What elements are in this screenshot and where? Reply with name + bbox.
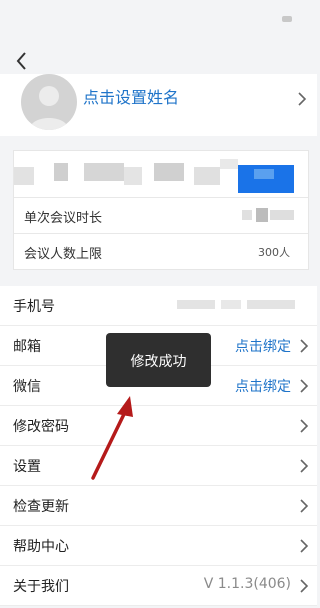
participant-limit-label: 会议人数上限 <box>24 247 103 262</box>
participant-limit-row: 会议人数上限 300人 <box>14 233 308 270</box>
set-name-link[interactable]: 点击设置姓名 <box>83 84 179 108</box>
redacted-account-info <box>14 157 296 193</box>
app-version: V 1.1.3(406) <box>203 576 291 592</box>
help-center-label: 帮助中心 <box>13 539 69 555</box>
success-toast: 修改成功 <box>106 333 211 387</box>
phone-label: 手机号 <box>13 299 55 315</box>
status-indicator-icon <box>282 16 292 22</box>
chevron-right-icon <box>300 379 309 393</box>
meeting-duration-label: 单次会议时长 <box>24 211 103 226</box>
email-bind-link[interactable]: 点击绑定 <box>235 336 291 356</box>
meeting-duration-row: 单次会议时长 <box>14 197 308 234</box>
chevron-right-icon <box>298 92 307 106</box>
wechat-bind-link[interactable]: 点击绑定 <box>235 376 291 396</box>
meeting-info-card: 单次会议时长 会议人数上限 300人 <box>13 150 309 270</box>
wechat-label: 微信 <box>13 379 41 395</box>
about-row[interactable]: 关于我们 V 1.1.3(406) <box>0 566 317 606</box>
profile-header[interactable]: 点击设置姓名 <box>0 74 317 136</box>
avatar[interactable] <box>21 74 77 130</box>
change-password-label: 修改密码 <box>13 419 69 435</box>
help-center-row[interactable]: 帮助中心 <box>0 526 317 566</box>
settings-row[interactable]: 设置 <box>0 446 317 486</box>
avatar-placeholder-icon <box>29 86 69 130</box>
chevron-right-icon <box>300 419 309 433</box>
check-update-label: 检查更新 <box>13 499 69 515</box>
chevron-right-icon <box>300 459 309 473</box>
chevron-right-icon <box>300 579 309 593</box>
status-bar <box>0 0 317 40</box>
change-password-row[interactable]: 修改密码 <box>0 406 317 446</box>
about-label: 关于我们 <box>13 579 69 595</box>
toast-message: 修改成功 <box>130 354 187 370</box>
participant-limit-value: 300人 <box>258 246 290 259</box>
settings-label: 设置 <box>13 459 41 475</box>
back-button[interactable] <box>12 50 34 72</box>
chevron-right-icon <box>300 539 309 553</box>
chevron-right-icon <box>300 499 309 513</box>
phone-row[interactable]: 手机号 <box>0 286 317 326</box>
chevron-right-icon <box>300 339 309 353</box>
redacted-duration-value <box>242 208 294 222</box>
redacted-phone-number <box>177 298 297 312</box>
check-update-row[interactable]: 检查更新 <box>0 486 317 526</box>
email-label: 邮箱 <box>13 339 41 355</box>
back-arrow-icon <box>16 52 26 70</box>
